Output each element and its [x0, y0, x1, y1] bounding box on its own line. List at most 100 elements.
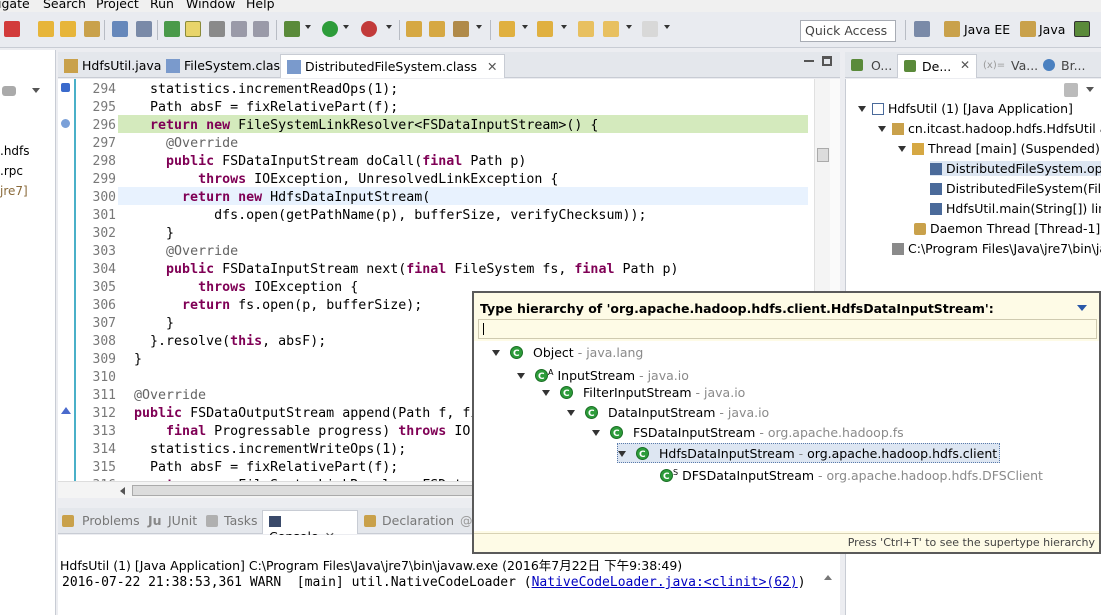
debug-tree-daemon-thread[interactable]: Daemon Thread [Thread-1] (	[914, 221, 1101, 236]
tree-item-jre7[interactable]: jre7]	[0, 184, 28, 198]
java-perspective-icon[interactable]	[1020, 21, 1036, 37]
last-edit-icon[interactable]	[578, 21, 594, 37]
hierarchy-node[interactable]: HdfsDataInputStream - org.apache.hadoop.…	[617, 443, 1001, 465]
debug-tree-thread-main[interactable]: Thread [main] (Suspended)	[898, 141, 1100, 156]
close-icon[interactable]: ✕	[487, 59, 497, 74]
scroll-up-icon[interactable]	[824, 575, 832, 580]
chevron-down-icon[interactable]	[567, 410, 575, 416]
view-menu-icon[interactable]	[1077, 305, 1087, 311]
chevron-down-icon[interactable]	[561, 25, 567, 29]
mark-occurrences-icon[interactable]	[185, 21, 201, 37]
block-select-icon[interactable]	[209, 21, 225, 37]
chevron-down-icon[interactable]	[858, 106, 866, 112]
link-icon[interactable]	[136, 21, 152, 37]
chevron-down-icon[interactable]	[522, 25, 528, 29]
tab-console[interactable]: Console✕	[262, 510, 358, 544]
tab-outline[interactable]: O...	[871, 58, 892, 73]
tab-hdfsutil-java[interactable]: HdfsUtil.java	[58, 54, 167, 78]
debug-tree-launch[interactable]: HdfsUtil (1) [Java Application]	[858, 101, 1073, 116]
chevron-down-icon[interactable]	[343, 25, 349, 29]
chevron-down-icon[interactable]	[476, 25, 482, 29]
chevron-down-icon[interactable]	[618, 451, 626, 457]
tab-breakpoints[interactable]: Br...	[1061, 58, 1086, 73]
remove-terminated-icon[interactable]	[1064, 83, 1078, 97]
hierarchy-node[interactable]: Object - java.lang	[492, 343, 643, 364]
tab-problems[interactable]: Problems	[82, 513, 140, 528]
hierarchy-tree[interactable]: Object - java.langAInputStream - java.io…	[474, 341, 1099, 531]
hierarchy-node[interactable]: FilterInputStream - java.io	[542, 383, 745, 404]
tab-junit[interactable]: JUnit	[168, 513, 197, 528]
chevron-down-icon[interactable]	[1086, 87, 1094, 92]
debug-tree-frame[interactable]: DistributedFileSystem(FileS	[930, 181, 1101, 196]
source-icon[interactable]	[84, 21, 100, 37]
menu-navigate[interactable]: igate	[0, 0, 30, 11]
menu-help[interactable]: Help	[246, 0, 275, 11]
run-icon[interactable]	[322, 21, 338, 37]
tab-debug[interactable]: De... ✕	[897, 54, 977, 78]
next-annotation-icon[interactable]	[499, 21, 515, 37]
quick-access-input[interactable]: Quick Access	[800, 20, 896, 42]
tree-item-hdfs[interactable]: .hdfs	[0, 144, 30, 158]
chevron-down-icon[interactable]	[878, 126, 886, 132]
previous-annotation-icon[interactable]	[537, 21, 553, 37]
chevron-down-icon[interactable]	[898, 146, 906, 152]
debug-perspective-icon[interactable]	[1074, 21, 1090, 37]
menu-window[interactable]: Window	[186, 0, 235, 11]
chevron-down-icon[interactable]	[664, 25, 670, 29]
chevron-down-icon[interactable]	[32, 88, 40, 93]
folder-icon[interactable]	[60, 21, 76, 37]
chevron-down-icon[interactable]	[386, 25, 392, 29]
hierarchy-filter-input[interactable]	[478, 319, 1097, 339]
tab-distributedfilesystem-class[interactable]: DistributedFileSystem.class ✕	[280, 54, 505, 78]
forward-arrow-icon[interactable]	[642, 21, 658, 37]
debug-tree-target[interactable]: cn.itcast.hadoop.hdfs.HdfsUtil at	[878, 121, 1101, 136]
chevron-down-icon[interactable]	[305, 25, 311, 29]
pilcrow-icon[interactable]	[253, 21, 269, 37]
hierarchy-node[interactable]: SDFSDataInputStream - org.apache.hadoop.…	[642, 463, 1043, 487]
breakpoint-icon[interactable]	[4, 21, 20, 37]
pin-icon[interactable]	[164, 21, 180, 37]
open-type-icon[interactable]	[429, 21, 445, 37]
new-package-icon[interactable]	[406, 21, 422, 37]
tab-tasks[interactable]: Tasks	[224, 513, 258, 528]
debug-tree-frame-selected[interactable]: DistributedFileSystem.ope	[930, 161, 1101, 176]
vertical-ruler[interactable]	[58, 79, 74, 481]
debug-icon[interactable]	[284, 21, 300, 37]
hierarchy-node[interactable]: DataInputStream - java.io	[567, 403, 769, 424]
tab-variables[interactable]: Va...	[1011, 58, 1038, 73]
package-icon[interactable]	[38, 21, 54, 37]
type-hierarchy-popup[interactable]: Type hierarchy of 'org.apache.hadoop.hdf…	[472, 291, 1101, 554]
hierarchy-node[interactable]: FSDataInputStream - org.apache.hadoop.fs	[592, 423, 904, 444]
tab-filesystem-class[interactable]: FileSystem.class	[160, 54, 293, 78]
back-arrow-icon[interactable]	[603, 21, 619, 37]
outline-icon[interactable]	[112, 21, 128, 37]
debug-tree-process[interactable]: C:\Program Files\Java\jre7\bin\ja	[892, 241, 1101, 256]
maximize-icon[interactable]	[822, 56, 832, 66]
debug-tree-frame[interactable]: HdfsUtil.main(String[]) line	[930, 201, 1101, 216]
open-perspective-icon[interactable]	[914, 21, 930, 37]
collapse-icon[interactable]	[2, 86, 16, 96]
chevron-down-icon[interactable]	[592, 430, 600, 436]
tab-declaration[interactable]: Declaration	[382, 513, 454, 528]
chevron-down-icon[interactable]	[517, 373, 525, 380]
close-icon[interactable]: ✕	[960, 58, 970, 72]
console-stacktrace-link[interactable]: NativeCodeLoader.java:<clinit>(62)	[532, 575, 798, 590]
external-tools-icon[interactable]	[361, 21, 377, 37]
scrollbar-thumb[interactable]	[132, 485, 512, 496]
more-views-icon[interactable]: @	[460, 513, 473, 528]
show-whitespace-icon[interactable]	[231, 21, 247, 37]
search-icon[interactable]	[453, 21, 469, 37]
perspective-java-ee[interactable]: Java EE	[964, 22, 1010, 37]
menu-project[interactable]: Project	[96, 0, 139, 11]
scrollbar-thumb[interactable]	[817, 148, 829, 162]
perspective-java[interactable]: Java	[1039, 22, 1065, 37]
chevron-down-icon[interactable]	[626, 25, 632, 29]
menu-run[interactable]: Run	[150, 0, 174, 11]
minimize-icon[interactable]	[804, 60, 814, 62]
tree-item-rpc[interactable]: .rpc	[0, 164, 23, 178]
chevron-down-icon[interactable]	[542, 390, 550, 396]
java-ee-perspective-icon[interactable]	[944, 21, 960, 37]
menu-search[interactable]: Search	[43, 0, 86, 11]
scroll-left-icon[interactable]	[120, 487, 125, 495]
chevron-down-icon[interactable]	[492, 350, 500, 356]
